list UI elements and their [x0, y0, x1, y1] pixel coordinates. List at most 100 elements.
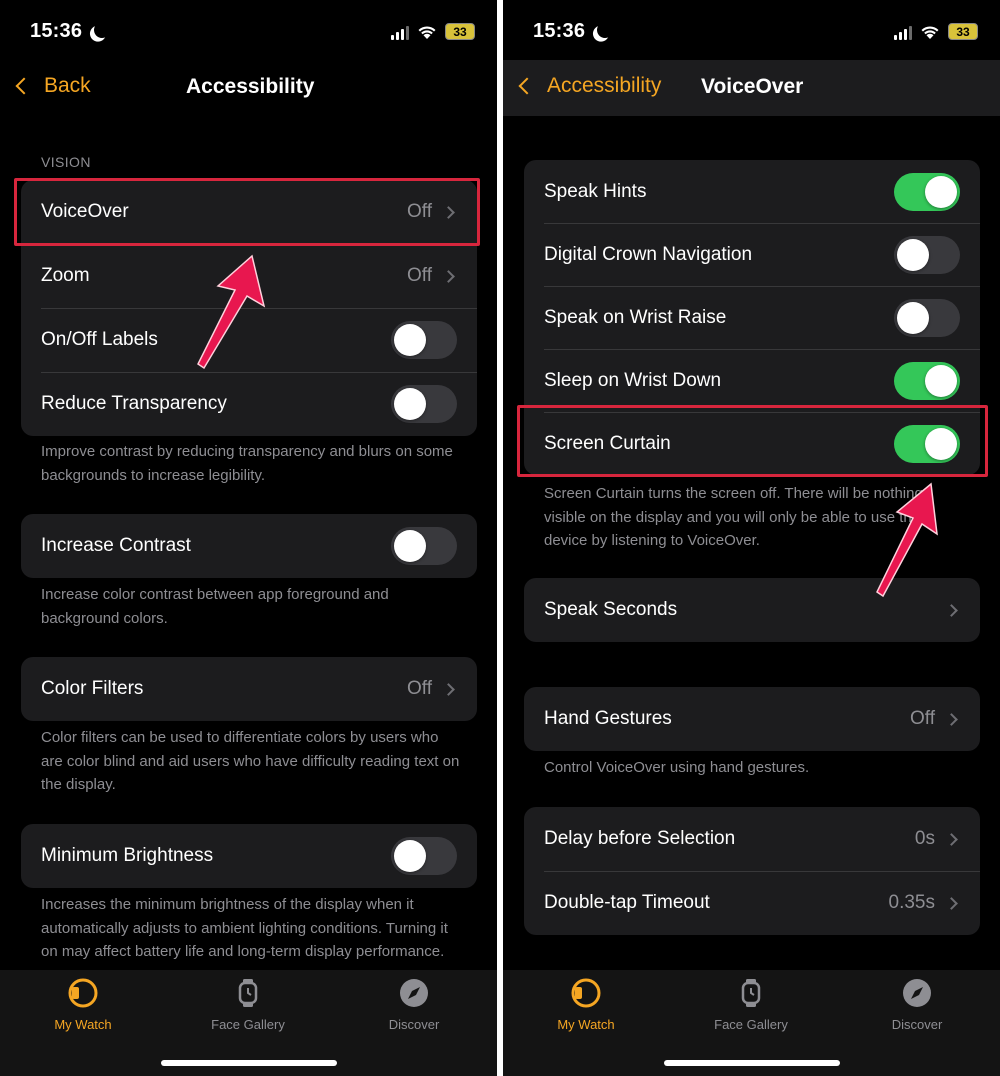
tab-label: My Watch [54, 1017, 112, 1032]
status-indicators: 33 [391, 22, 475, 40]
vision-footer: Improve contrast by reducing transparenc… [41, 443, 453, 484]
speak-hints-toggle[interactable] [894, 172, 960, 211]
speak-seconds-row[interactable]: Speak Seconds [524, 578, 980, 642]
reduce-transparency-toggle[interactable] [391, 385, 457, 423]
hand-gestures-row[interactable]: Hand Gestures Off [524, 687, 980, 751]
digital-crown-navigation-toggle[interactable] [894, 235, 960, 274]
wifi-icon [921, 26, 939, 39]
row-label: Delay before Selection [544, 828, 736, 849]
tab-face-gallery[interactable]: Face Gallery [188, 978, 308, 1032]
row-label: Double-tap Timeout [544, 892, 710, 913]
row-value: Off [910, 708, 935, 729]
row-label: Sleep on Wrist Down [544, 369, 722, 391]
speak-seconds-group: Speak Seconds [524, 578, 980, 642]
vision-group: VoiceOver Off Zoom Off On/Off Labels Red… [21, 180, 477, 436]
chevron-right-icon [442, 682, 455, 696]
voiceover-row[interactable]: VoiceOver Off [21, 180, 477, 244]
back-button[interactable]: Back [12, 74, 91, 98]
chevron-right-icon [442, 269, 455, 283]
timing-group: Delay before Selection 0s Double-tap Tim… [524, 807, 980, 935]
compass-icon [903, 979, 931, 1007]
minimum-brightness-row: Minimum Brightness [21, 824, 477, 888]
status-indicators: 33 [894, 22, 978, 40]
home-indicator[interactable] [160, 1060, 337, 1066]
page-title: VoiceOver [701, 75, 804, 98]
cellular-signal-icon [391, 26, 409, 40]
color-filters-footer: Color filters can be used to differentia… [41, 729, 460, 793]
screen-curtain-footer: Screen Curtain turns the screen off. The… [544, 485, 923, 549]
tab-bar: My Watch Face Gallery Discover [503, 970, 1000, 1076]
screen-curtain-toggle[interactable] [894, 424, 960, 463]
minimum-brightness-toggle[interactable] [391, 837, 457, 875]
tab-my-watch[interactable]: My Watch [526, 978, 646, 1032]
row-label: Digital Crown Navigation [544, 243, 753, 265]
row-label: Color Filters [41, 678, 144, 699]
face-gallery-icon [238, 979, 258, 1007]
right-screen: 15:36 33 Accessibility VoiceOver Speak H… [503, 0, 1000, 1076]
left-screen: 15:36 33 Back Accessibility VISION Voice… [0, 0, 497, 1076]
face-gallery-icon [741, 979, 761, 1007]
screen-curtain-row: Screen Curtain [524, 412, 980, 475]
compass-icon [400, 979, 428, 1007]
tab-my-watch[interactable]: My Watch [23, 978, 143, 1032]
focus-moon-icon [595, 20, 616, 41]
row-label: Speak Seconds [544, 599, 678, 620]
status-bar: 15:36 33 [503, 0, 1000, 60]
focus-moon-icon [92, 20, 113, 41]
navigation-bar: Back Accessibility [0, 60, 497, 116]
increase-contrast-row: Increase Contrast [21, 514, 477, 578]
back-button[interactable]: Accessibility [515, 74, 661, 98]
minimum-brightness-footer: Increases the minimum brightness of the … [41, 896, 448, 960]
digital-crown-navigation-row: Digital Crown Navigation [524, 223, 980, 286]
tab-label: Face Gallery [714, 1017, 788, 1032]
row-label: Hand Gestures [544, 708, 672, 729]
row-label: Speak on Wrist Raise [544, 306, 727, 328]
status-bar: 15:36 33 [0, 0, 497, 60]
double-tap-timeout-row[interactable]: Double-tap Timeout 0.35s [524, 871, 980, 935]
page-title: Accessibility [186, 75, 315, 98]
home-indicator[interactable] [663, 1060, 840, 1066]
hand-gestures-footer: Control VoiceOver using hand gestures. [544, 759, 810, 776]
status-time: 15:36 [533, 20, 586, 42]
row-label: Reduce Transparency [41, 393, 227, 414]
row-label: Zoom [41, 265, 90, 286]
back-label: Accessibility [547, 74, 662, 97]
tab-label: Discover [891, 1017, 943, 1032]
row-label: Screen Curtain [544, 432, 671, 454]
speak-hints-row: Speak Hints [524, 160, 980, 223]
chevron-left-icon [518, 77, 536, 95]
wifi-icon [418, 26, 436, 39]
reduce-transparency-row: Reduce Transparency [21, 372, 477, 436]
color-filters-row[interactable]: Color Filters Off [21, 657, 477, 721]
section-header-vision: VISION [41, 154, 91, 170]
row-label: Minimum Brightness [41, 845, 214, 866]
delay-before-selection-row[interactable]: Delay before Selection 0s [524, 807, 980, 871]
row-value: Off [407, 201, 432, 222]
chevron-left-icon [15, 77, 33, 95]
tab-label: Discover [388, 1017, 440, 1032]
zoom-row[interactable]: Zoom Off [21, 244, 477, 308]
hand-gestures-group: Hand Gestures Off [524, 687, 980, 751]
tab-label: Face Gallery [211, 1017, 285, 1032]
on-off-labels-toggle[interactable] [391, 321, 457, 359]
tab-discover[interactable]: Discover [857, 978, 977, 1032]
speak-on-wrist-raise-toggle[interactable] [894, 298, 960, 337]
row-value: 0s [914, 828, 935, 849]
tab-face-gallery[interactable]: Face Gallery [691, 978, 811, 1032]
battery-icon: 33 [948, 23, 978, 40]
row-value: Off [407, 678, 432, 699]
tab-label: My Watch [557, 1017, 615, 1032]
cellular-signal-icon [894, 26, 912, 40]
tab-bar: My Watch Face Gallery Discover [0, 970, 497, 1076]
increase-contrast-toggle[interactable] [391, 527, 457, 565]
speak-on-wrist-raise-row: Speak on Wrist Raise [524, 286, 980, 349]
increase-contrast-group: Increase Contrast [21, 514, 477, 578]
sleep-on-wrist-down-row: Sleep on Wrist Down [524, 349, 980, 412]
minimum-brightness-group: Minimum Brightness [21, 824, 477, 888]
sleep-on-wrist-down-toggle[interactable] [894, 361, 960, 400]
navigation-bar: Accessibility VoiceOver [503, 60, 1000, 116]
back-label: Back [44, 74, 91, 97]
tab-discover[interactable]: Discover [354, 978, 474, 1032]
chevron-right-icon [945, 603, 958, 617]
status-time: 15:36 [30, 20, 83, 42]
